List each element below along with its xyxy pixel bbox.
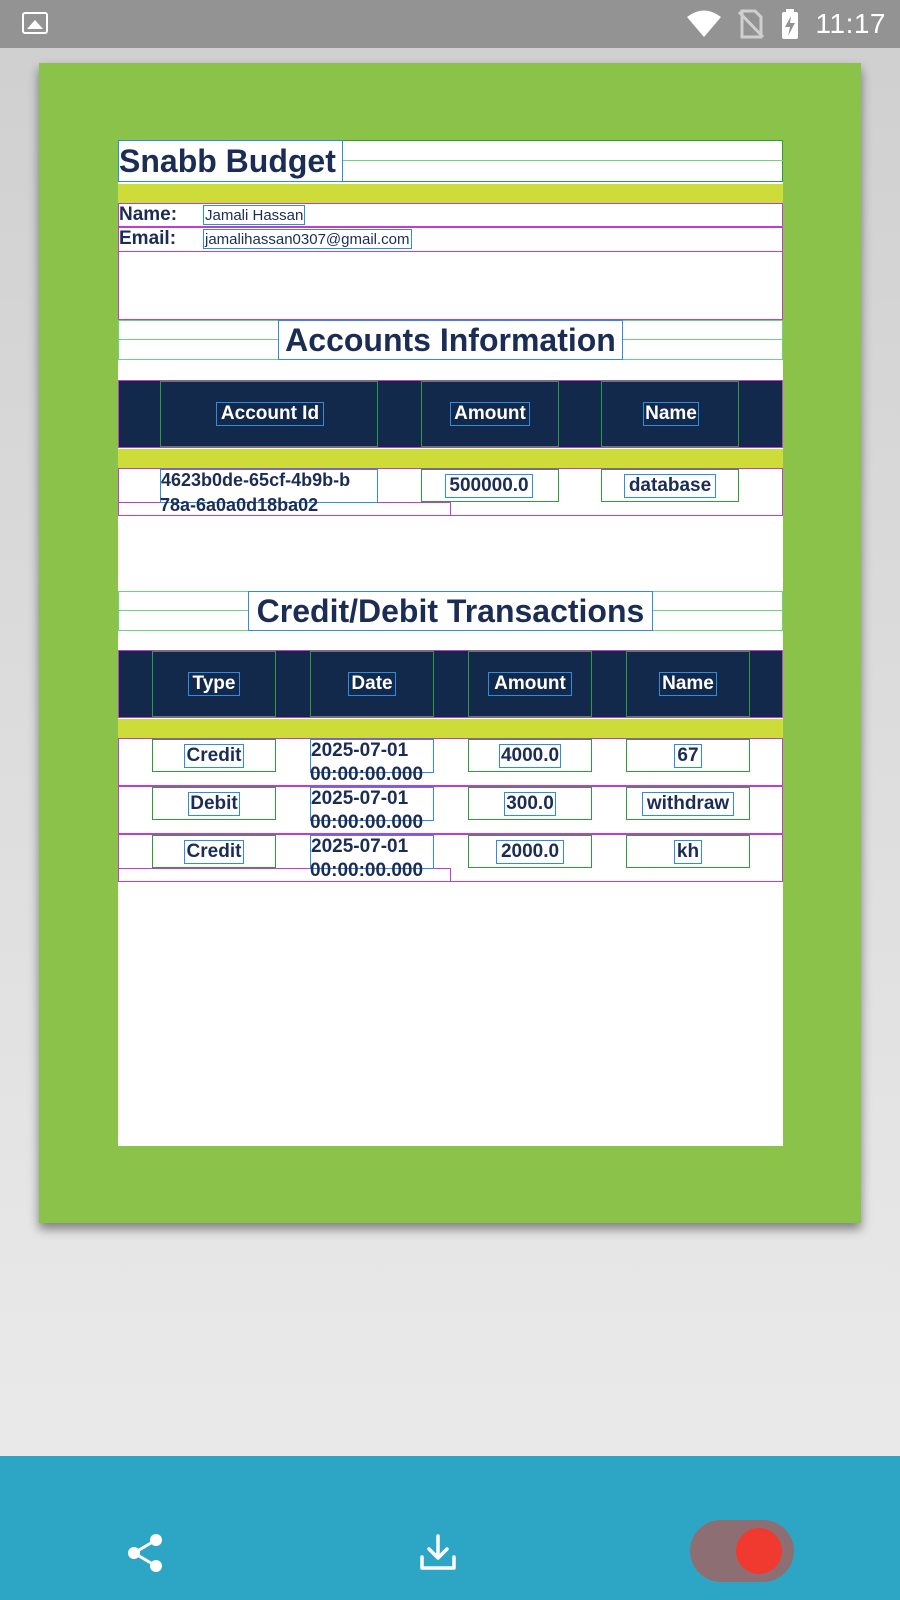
name-value: Jamali Hassan: [203, 205, 306, 225]
col-name: Name: [659, 672, 717, 696]
share-button[interactable]: [124, 1532, 166, 1574]
toggle-knob[interactable]: [736, 1528, 782, 1574]
txn-name: kh: [674, 840, 702, 864]
wifi-icon: [686, 10, 721, 37]
account-id-line2: 78a-6a0a0d18ba02: [160, 495, 319, 515]
status-bar: 11:17: [0, 0, 900, 48]
txn-date-line2: 00:00:00.000: [310, 812, 424, 833]
download-button[interactable]: [417, 1532, 459, 1574]
divider: [118, 449, 783, 468]
download-icon: [420, 1534, 456, 1570]
image-notification-icon: [22, 12, 48, 34]
transactions-heading: Credit/Debit Transactions: [248, 591, 653, 631]
divider: [118, 184, 783, 203]
txn-amount: 4000.0: [499, 744, 561, 768]
battery-charging-icon: [781, 9, 798, 39]
col-account-id: Account Id: [216, 402, 324, 426]
col-name: Name: [643, 402, 699, 426]
document-title: Snabb Budget: [118, 140, 343, 182]
document-page: Snabb Budget Name: Jamali Hassan Email: …: [118, 140, 783, 1146]
no-sim-icon: [737, 9, 764, 39]
clock: 11:17: [815, 8, 886, 39]
email-value: jamalihassan0307@gmail.com: [203, 229, 412, 249]
txn-amount: 300.0: [504, 792, 556, 816]
txn-date-line2: 00:00:00.000: [310, 860, 424, 881]
status-icons: 11:17: [686, 8, 887, 40]
txn-type: Credit: [184, 744, 244, 768]
txn-date-line2: 00:00:00.000: [310, 764, 424, 785]
col-amount: Amount: [450, 402, 530, 426]
txn-type: Credit: [184, 840, 244, 864]
txn-amount: 2000.0: [496, 840, 564, 864]
email-label: Email:: [119, 228, 177, 249]
name-label: Name:: [119, 204, 178, 225]
toggle-switch[interactable]: [690, 1520, 794, 1582]
col-date: Date: [348, 672, 396, 696]
txn-name: 67: [674, 744, 702, 768]
document-preview-card: Snabb Budget Name: Jamali Hassan Email: …: [39, 63, 861, 1223]
account-amount: 500000.0: [445, 474, 533, 498]
account-name: database: [624, 474, 716, 498]
col-type: Type: [188, 672, 240, 696]
divider: [118, 719, 783, 738]
accounts-heading: Accounts Information: [278, 320, 623, 360]
txn-type: Debit: [188, 792, 240, 816]
col-amount: Amount: [488, 672, 572, 696]
txn-name: withdraw: [642, 792, 734, 816]
share-icon: [128, 1534, 162, 1572]
bottom-action-bar: [0, 1456, 900, 1600]
